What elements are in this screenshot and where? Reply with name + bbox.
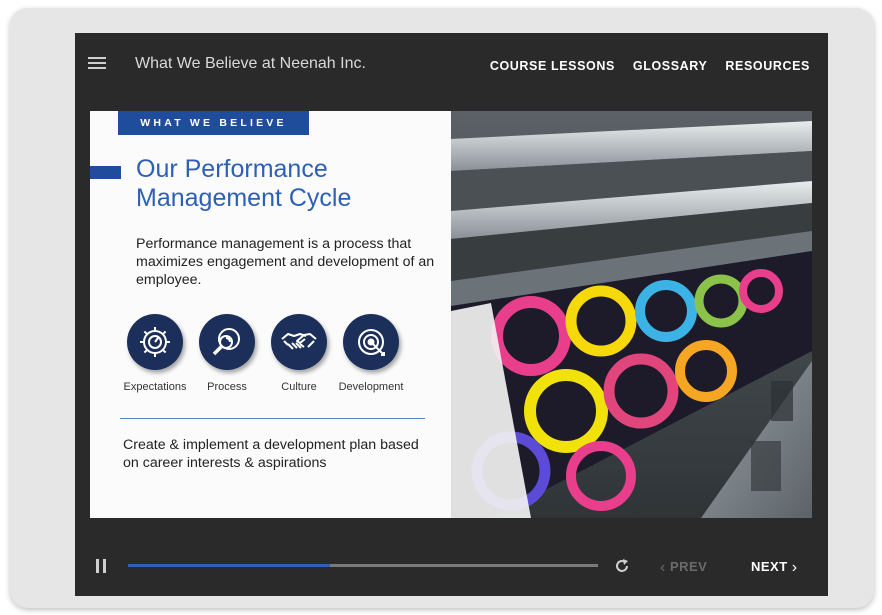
slide-text-panel: WHAT WE BELIEVE Our Performance Manageme…	[90, 111, 451, 518]
printer-photo	[451, 111, 812, 518]
prev-label: PREV	[669, 559, 708, 574]
nav-course-lessons[interactable]: COURSE LESSONS	[490, 59, 615, 73]
prev-button[interactable]: ‹ PREV	[660, 559, 707, 577]
chevron-right-icon: ›	[791, 559, 798, 576]
hamburger-menu-icon[interactable]	[88, 57, 106, 71]
slide-body: Performance management is a process that…	[136, 236, 435, 288]
pause-button[interactable]	[96, 559, 108, 573]
gear-icon	[127, 314, 183, 370]
nav-glossary[interactable]: GLOSSARY	[633, 59, 707, 73]
target-icon	[343, 314, 399, 370]
section-tag: WHAT WE BELIEVE	[118, 111, 309, 135]
course-title: What We Believe at Neenah Inc.	[135, 55, 366, 72]
device-frame: What We Believe at Neenah Inc. COURSE LE…	[10, 8, 874, 608]
top-nav: COURSE LESSONS GLOSSARY RESOURCES	[490, 59, 810, 73]
handshake-icon	[271, 314, 327, 370]
slide: WHAT WE BELIEVE Our Performance Manageme…	[90, 111, 812, 518]
divider	[120, 418, 425, 419]
accent-bar	[90, 166, 121, 179]
icon-label-development: Development	[338, 381, 404, 393]
replay-icon[interactable]	[613, 557, 631, 575]
magnifier-icon	[199, 314, 255, 370]
icon-item-development: Development	[328, 314, 414, 393]
progress-bar[interactable]	[128, 564, 598, 567]
slide-footer-text: Create & implement a development plan ba…	[123, 437, 419, 471]
next-button[interactable]: NEXT ›	[751, 559, 798, 577]
chevron-left-icon: ‹	[660, 559, 666, 576]
nav-resources[interactable]: RESOURCES	[725, 59, 810, 73]
next-label: NEXT	[751, 559, 788, 574]
progress-fill	[128, 564, 331, 567]
slide-heading: Our Performance Management Cycle	[136, 155, 352, 212]
course-player: What We Believe at Neenah Inc. COURSE LE…	[75, 33, 828, 596]
